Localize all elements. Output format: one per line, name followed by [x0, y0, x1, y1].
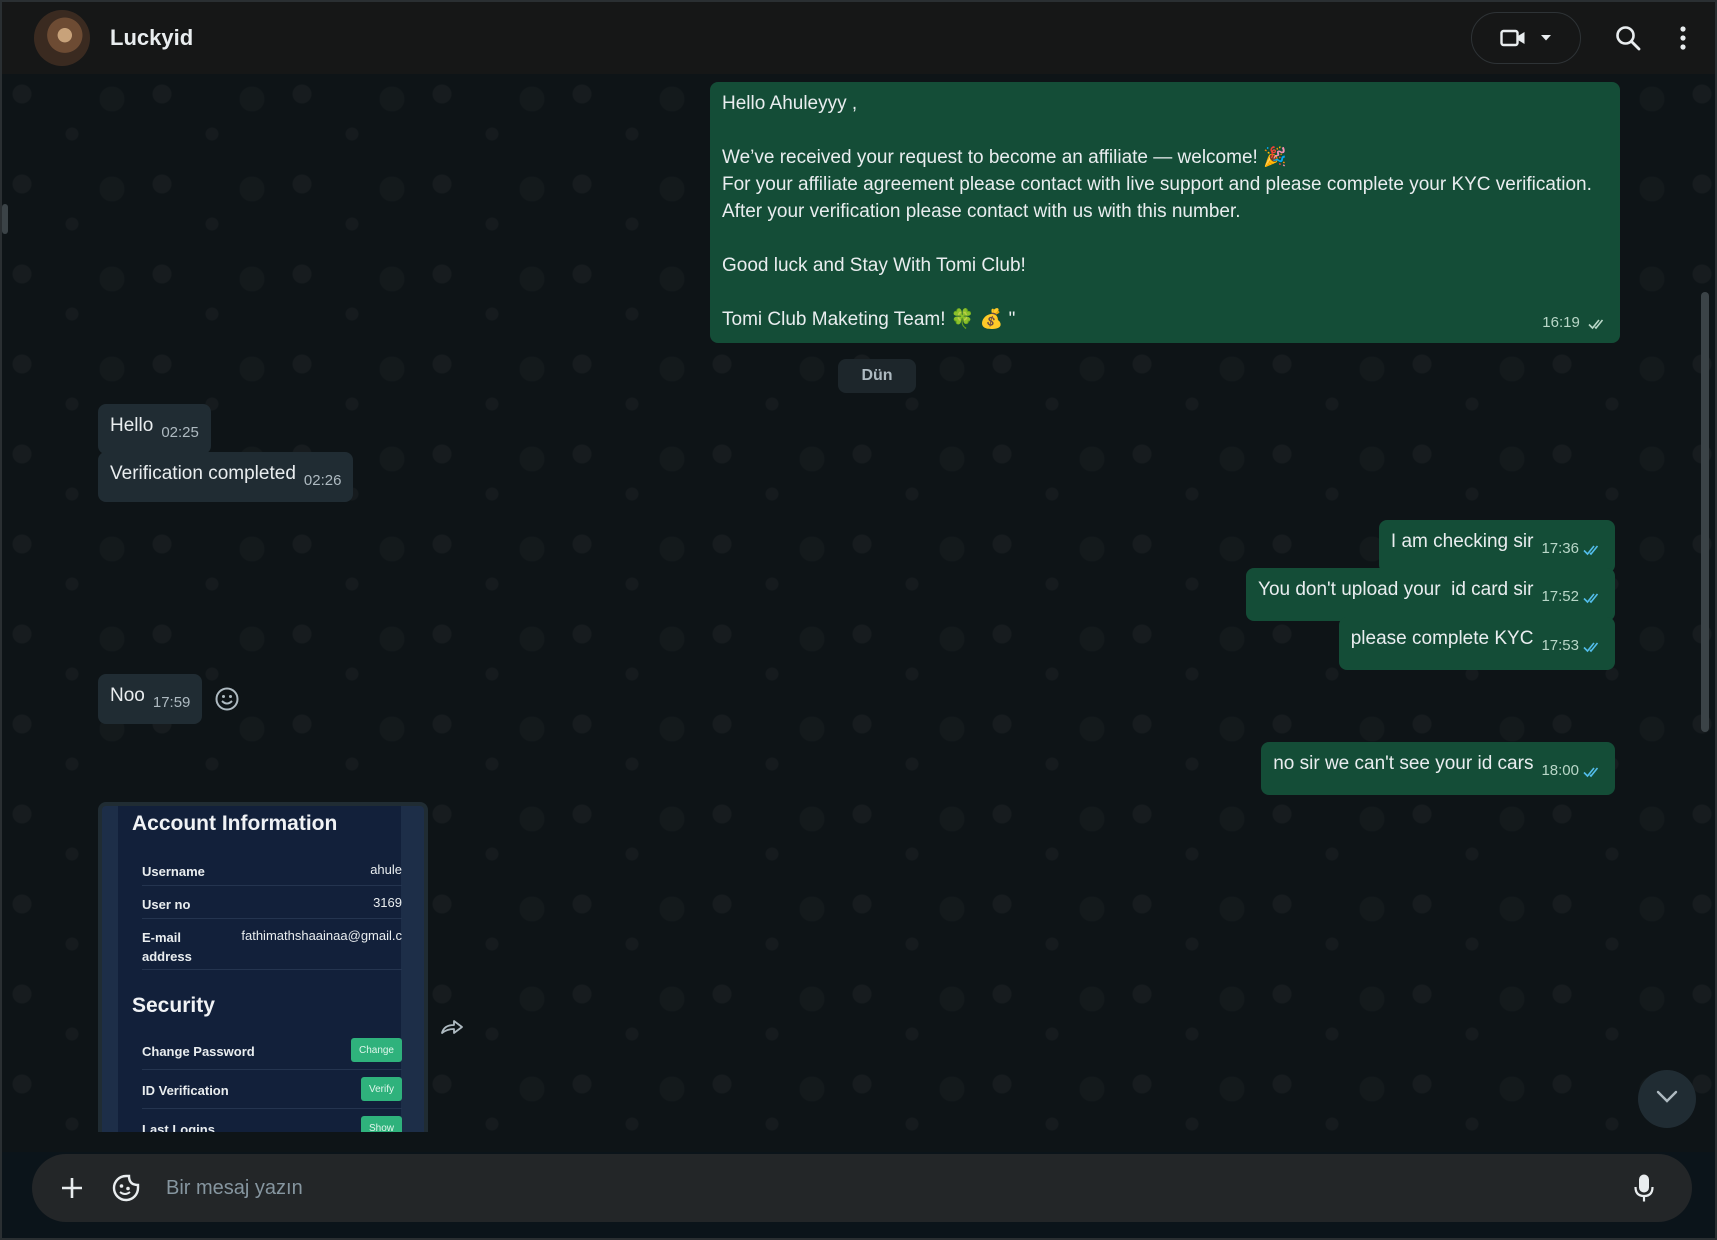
message-welcome[interactable]: Hello Ahuleyyy , We’ve received your req…: [710, 82, 1620, 343]
image-row-label: Last Logins: [142, 1122, 215, 1132]
video-call-icon: [1500, 28, 1526, 48]
message-time: 17:59: [152, 694, 191, 711]
image-row-id-verification: ID Verification Verify: [142, 1071, 402, 1109]
contact-avatar[interactable]: [34, 10, 90, 66]
scrollbar[interactable]: [1701, 292, 1709, 732]
message-hello[interactable]: Hello 02:25: [98, 404, 211, 454]
message-line: [722, 225, 1608, 252]
image-row-value: ahule: [370, 862, 402, 877]
message-meta: 16:19: [1542, 309, 1608, 339]
message-line: [722, 117, 1608, 144]
image-security-title: Security: [132, 994, 215, 1017]
double-check-icon: [1583, 538, 1603, 565]
message-noo[interactable]: Noo 17:59: [98, 674, 203, 724]
message-line: For your affiliate agreement please cont…: [722, 174, 1592, 195]
image-row-value: fathimathshaainaa@gmail.c: [241, 928, 402, 943]
message-line: Good luck and Stay With Tomi Club!: [722, 255, 1026, 276]
image-row-label: User no: [142, 897, 191, 912]
image-row-last-logins: Last Logins Show: [142, 1110, 402, 1132]
double-check-icon: [1583, 760, 1603, 787]
message-no-upload[interactable]: You don't upload your id card sir 17:52: [1246, 568, 1615, 621]
double-check-icon: [1583, 586, 1603, 613]
image-row-username: Username ahule: [142, 854, 402, 886]
message-verification[interactable]: Verification completed 02:26: [98, 452, 354, 502]
chevron-down-icon: [1656, 1090, 1678, 1109]
message-text: Noo: [110, 685, 145, 706]
microphone-icon[interactable]: [1622, 1166, 1666, 1210]
forward-icon[interactable]: [440, 1018, 466, 1041]
plus-icon[interactable]: [50, 1166, 94, 1210]
more-vertical-icon[interactable]: [1679, 26, 1687, 50]
image-account-title: Account Information: [132, 812, 338, 835]
image-message[interactable]: Account Information Username ahule User …: [98, 802, 428, 1132]
image-show-button: Show: [360, 1116, 402, 1132]
message-time: 18:00: [1541, 762, 1579, 779]
image-change-button: Change: [350, 1038, 402, 1062]
message-text: no sir we can't see your id cars: [1273, 753, 1534, 774]
message-text: You don't upload your id card sir: [1258, 579, 1534, 600]
message-list[interactable]: Hello Ahuleyyy , We’ve received your req…: [2, 74, 1715, 1152]
message-time: 16:19: [1542, 314, 1580, 331]
image-row-label: Change Password: [142, 1044, 255, 1059]
message-time: 02:26: [303, 472, 342, 489]
image-row-user-no: User no 3169: [142, 887, 402, 919]
whatsapp-chat-window: Luckyid Hello Ahuleyyy , We’ve received …: [0, 0, 1717, 1240]
message-composer: [32, 1154, 1692, 1222]
search-icon[interactable]: [1615, 25, 1641, 51]
image-verify-button: Verify: [360, 1077, 402, 1101]
message-line: [722, 279, 1608, 306]
message-text: please complete KYC: [1350, 628, 1534, 649]
message-time: 17:52: [1541, 588, 1579, 605]
image-row-value: 3169: [373, 895, 402, 910]
image-row-change-password: Change Password Change: [142, 1032, 402, 1070]
contact-name[interactable]: Luckyid: [110, 25, 193, 51]
message-text: Hello: [110, 415, 154, 436]
message-text: Verification completed: [110, 463, 296, 484]
message-text: I am checking sir: [1390, 531, 1534, 552]
message-time: 17:36: [1541, 540, 1579, 557]
scroll-to-bottom-button[interactable]: [1638, 1070, 1696, 1128]
double-check-icon: [1583, 635, 1603, 662]
image-row-email: E-mail address fathimathshaainaa@gmail.c: [142, 920, 402, 970]
image-row-label: Username: [142, 864, 205, 879]
message-time: 02:25: [161, 424, 199, 441]
message-checking[interactable]: I am checking sir 17:36: [1378, 520, 1615, 573]
image-row-label: E-mail address: [142, 930, 192, 964]
message-time: 17:53: [1541, 637, 1579, 654]
message-line: Tomi Club Maketing Team! 🍀 💰 ": [722, 309, 1016, 330]
double-check-icon: [1588, 312, 1608, 339]
left-edge-handle: [2, 204, 8, 234]
message-line: After your verification please contact w…: [722, 201, 1241, 222]
message-input[interactable]: [166, 1176, 1622, 1200]
message-line: Hello Ahuleyyy ,: [722, 93, 858, 114]
chat-header: Luckyid: [2, 2, 1715, 74]
chevron-down-icon: [1540, 34, 1552, 42]
date-separator: Dün: [838, 359, 916, 393]
message-line: We’ve received your request to become an…: [722, 147, 1287, 168]
image-row-label: ID Verification: [142, 1083, 229, 1098]
video-call-button[interactable]: [1471, 12, 1581, 64]
message-cant-see[interactable]: no sir we can't see your id cars 18:00: [1261, 742, 1615, 795]
emoji-react-icon[interactable]: [214, 686, 240, 717]
sticker-icon[interactable]: [104, 1166, 148, 1210]
message-complete-kyc[interactable]: please complete KYC 17:53: [1338, 617, 1615, 670]
